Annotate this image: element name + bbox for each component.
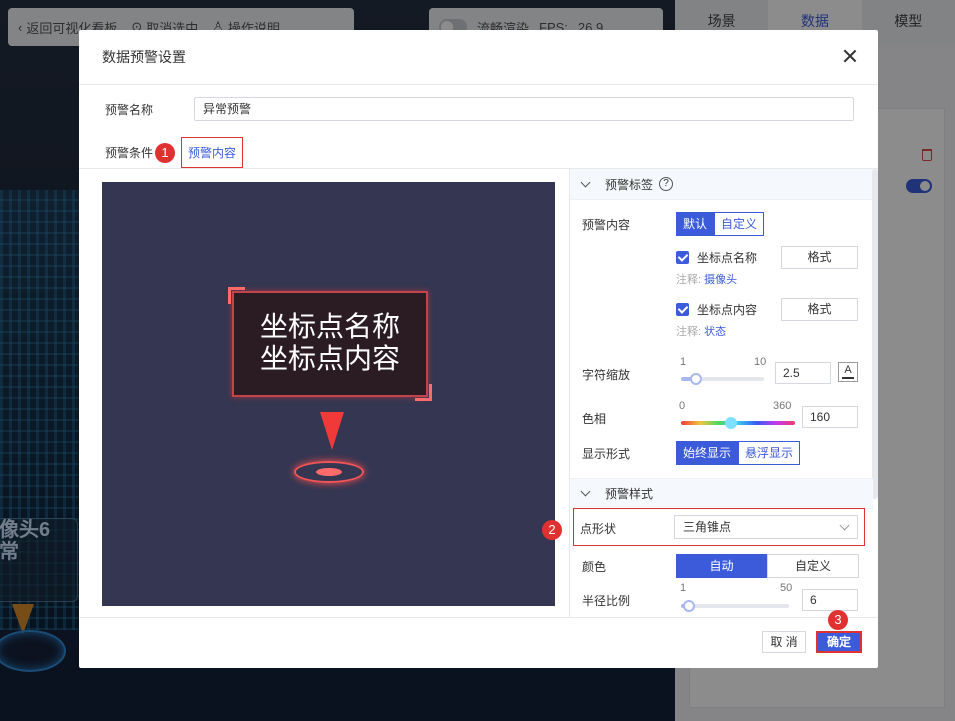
hue-label: 色相 xyxy=(582,412,607,426)
step-badge-1: 1 xyxy=(155,143,175,163)
slider-handle[interactable] xyxy=(725,417,737,429)
font-scale-input[interactable]: 2.5 xyxy=(775,362,831,384)
alert-name-row: 预警名称 异常预警 xyxy=(105,97,854,121)
tab-alert-condition[interactable]: 预警条件 xyxy=(105,144,153,161)
step-badge-2: 2 xyxy=(542,520,562,540)
dialog-subtabs: 预警条件 预警内容 xyxy=(105,136,247,168)
display-mode-label: 显示形式 xyxy=(582,447,631,461)
font-scale-slider[interactable] xyxy=(681,373,764,385)
preview-line2: 坐标点内容 xyxy=(259,342,400,375)
dialog-body: 坐标点名称 坐标点内容 预警标签 ? 预警内容 默认 自定义 坐标点名称 格式 … xyxy=(79,168,878,618)
preview-text: 坐标点名称 坐标点内容 xyxy=(234,311,426,375)
checkbox-point-content[interactable]: 坐标点内容 xyxy=(676,301,757,318)
display-mode-hover[interactable]: 悬浮显示 xyxy=(738,441,801,465)
radius-input[interactable]: 6 xyxy=(802,589,858,611)
preview-line1: 坐标点名称 xyxy=(259,310,400,343)
help-icon[interactable]: ? xyxy=(659,177,674,191)
chevron-down-icon xyxy=(580,486,591,497)
radius-min: 1 xyxy=(680,582,687,594)
cancel-button[interactable]: 取 消 xyxy=(762,631,806,653)
slider-handle[interactable] xyxy=(683,600,695,612)
color-mode-auto[interactable]: 自动 xyxy=(676,554,767,578)
point-shape-select[interactable]: 三角锥点 xyxy=(674,515,858,539)
color-mode-group: 自动 自定义 xyxy=(676,554,859,578)
content-mode-group: 默认 自定义 xyxy=(676,212,765,236)
hue-max: 360 xyxy=(773,400,792,412)
content-mode-custom[interactable]: 自定义 xyxy=(714,212,765,236)
alert-name-input[interactable]: 异常预警 xyxy=(194,97,854,121)
alert-settings-dialog: 数据预警设置 预警名称 异常预警 预警条件 预警内容 1 坐标点名称 坐标点内容… xyxy=(79,30,878,668)
note-point-name: 注释: 摄像头 xyxy=(676,274,738,286)
point-shape-row: 点形状 三角锥点 xyxy=(573,508,865,546)
display-mode-group: 始终显示 悬浮显示 xyxy=(676,441,801,465)
hue-min: 0 xyxy=(679,400,686,412)
alert-name-label: 预警名称 xyxy=(105,102,154,117)
slider-handle[interactable] xyxy=(690,373,702,385)
font-scale-label: 字符缩放 xyxy=(582,368,631,382)
content-label: 预警内容 xyxy=(582,218,631,232)
point-shape-label: 点形状 xyxy=(580,522,617,536)
font-scale-min: 1 xyxy=(680,356,687,368)
color-mode-custom[interactable]: 自定义 xyxy=(767,554,859,578)
radius-max: 50 xyxy=(780,582,793,594)
section-alert-style[interactable]: 预警样式 xyxy=(570,478,873,509)
format-button-content[interactable]: 格式 xyxy=(781,298,858,321)
preview-label-card: 坐标点名称 坐标点内容 xyxy=(228,287,432,401)
close-icon[interactable] xyxy=(842,48,858,64)
display-mode-always[interactable]: 始终显示 xyxy=(676,441,739,465)
checkbox-checked-icon xyxy=(676,303,689,316)
triangle-cone-icon xyxy=(320,412,344,450)
font-scale-max: 10 xyxy=(754,356,767,368)
pulse-ring-icon xyxy=(294,461,364,483)
font-color-icon[interactable]: A xyxy=(838,362,858,382)
alert-preview: 坐标点名称 坐标点内容 xyxy=(102,182,555,606)
section-alert-label[interactable]: 预警标签 ? xyxy=(570,169,878,200)
hue-slider[interactable] xyxy=(681,417,795,429)
settings-panel: 预警标签 ? 预警内容 默认 自定义 坐标点名称 格式 注释: 摄像头 坐标点内… xyxy=(569,169,878,618)
settings-scrollbar[interactable] xyxy=(872,169,878,499)
checkbox-point-name[interactable]: 坐标点名称 xyxy=(676,249,757,266)
confirm-button[interactable]: 确定 xyxy=(816,631,862,653)
hue-input[interactable]: 160 xyxy=(802,406,858,428)
checkbox-checked-icon xyxy=(676,251,689,264)
tab-alert-content[interactable]: 预警内容 xyxy=(181,136,244,168)
dialog-title: 数据预警设置 xyxy=(79,30,878,85)
format-button-name[interactable]: 格式 xyxy=(781,246,858,269)
note-point-content: 注释: 状态 xyxy=(676,326,727,338)
radius-label: 半径比例 xyxy=(582,594,631,608)
step-badge-3: 3 xyxy=(828,610,848,630)
radius-slider[interactable] xyxy=(681,600,789,612)
chevron-down-icon xyxy=(839,520,850,531)
color-label: 颜色 xyxy=(582,560,607,574)
chevron-down-icon xyxy=(580,177,591,187)
content-mode-default[interactable]: 默认 xyxy=(676,212,715,236)
